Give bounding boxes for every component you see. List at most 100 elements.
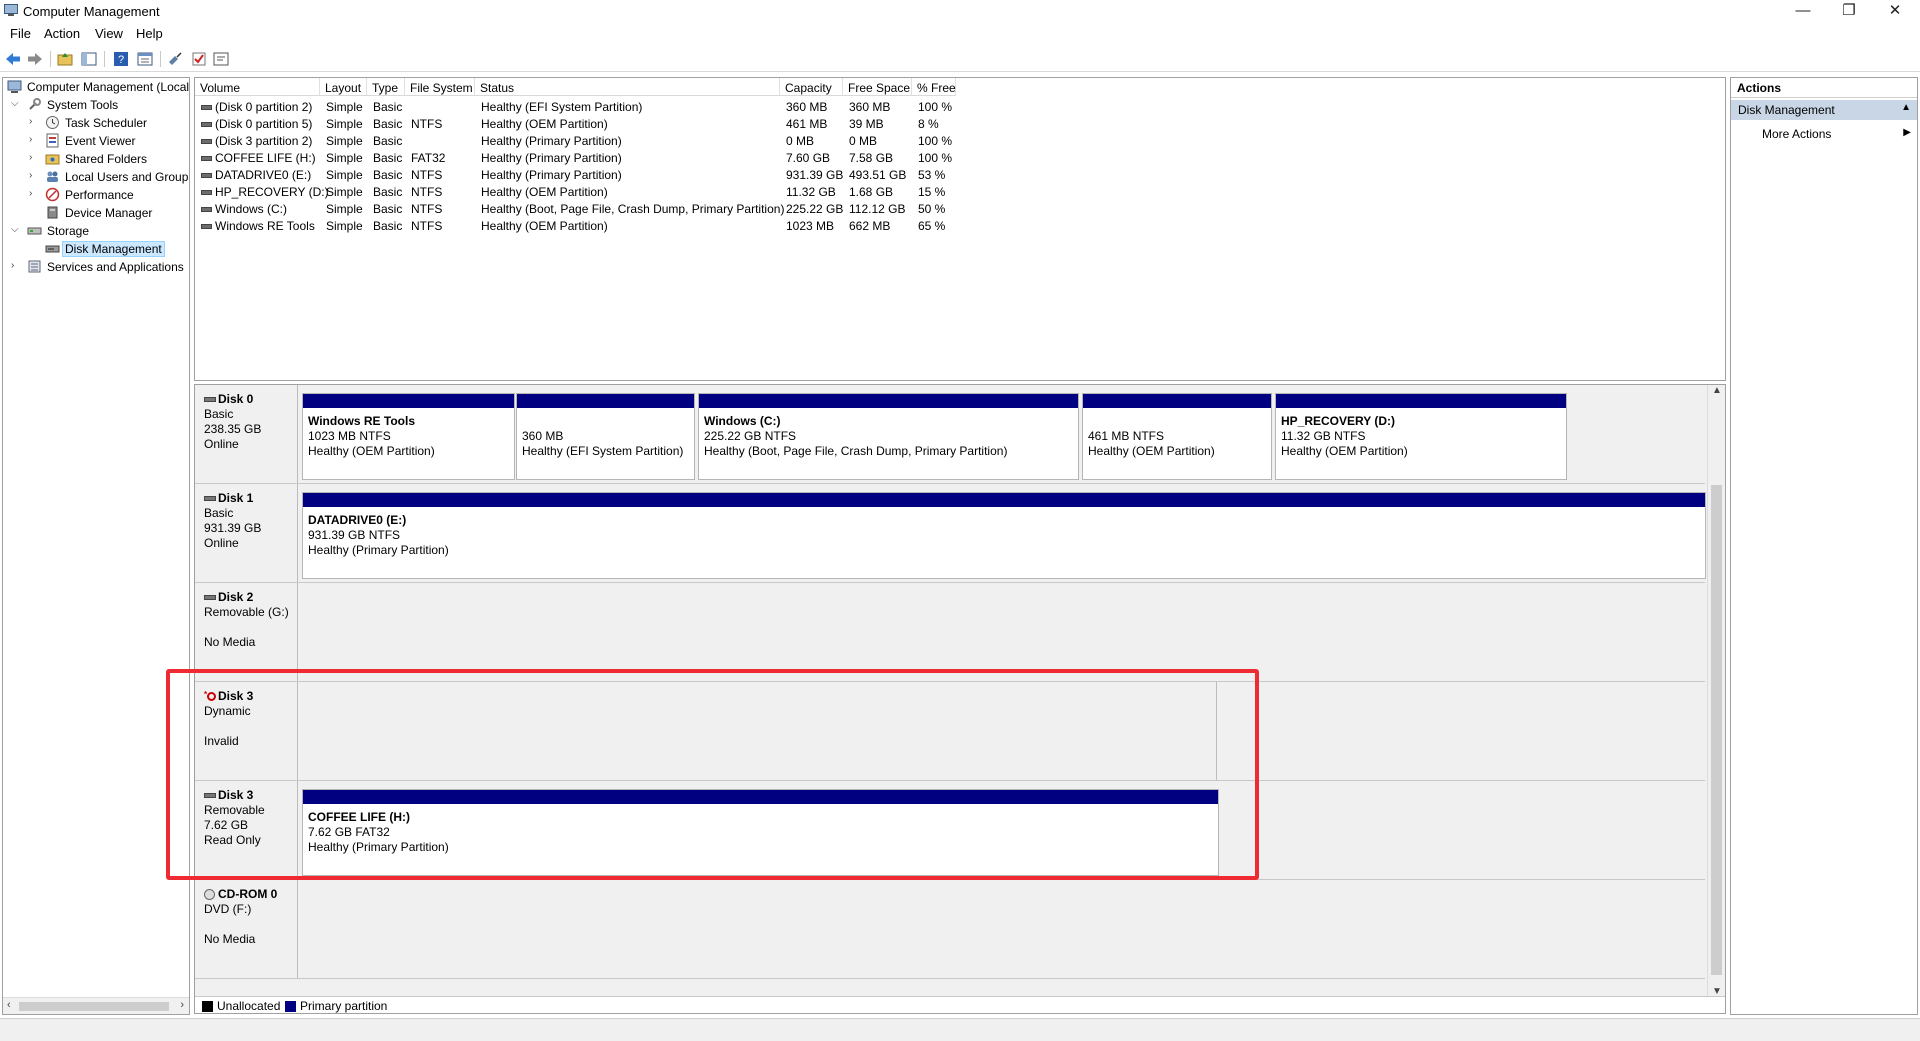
disk-line2 — [204, 620, 297, 635]
column-header-type[interactable]: Type — [367, 78, 405, 96]
volume-cell-type: Basic — [373, 117, 403, 131]
more-actions-item[interactable]: More Actions — [1762, 127, 1831, 141]
volume-cell-percent-free: 100 % — [918, 134, 953, 148]
volume-cell-file-system: NTFS — [411, 117, 443, 131]
volume-row[interactable]: Windows RE Tools Simple Basic NTFS Healthy (… — [195, 217, 1725, 234]
partition-name — [522, 414, 683, 429]
disk-icon — [204, 493, 216, 503]
column-header-capacity[interactable]: Capacity — [780, 78, 843, 96]
shared-folder-icon — [45, 154, 60, 165]
tree-item-services-and-applications[interactable]: › Services and Applications — [11, 258, 189, 276]
scroll-left-icon[interactable]: ‹ — [7, 999, 11, 1011]
help-icon[interactable]: ? — [112, 50, 130, 68]
volume-row[interactable]: (Disk 3 partition 2) Simple Basic Healthy (… — [195, 132, 1725, 149]
legend-swatch-primary — [285, 1001, 296, 1012]
partition-type-bar — [1276, 394, 1566, 408]
minimize-button[interactable]: — — [1780, 0, 1826, 22]
volume-cell-volume: (Disk 0 partition 5) — [201, 117, 312, 131]
tree-item-event-viewer[interactable]: › Event Viewer — [29, 132, 189, 150]
tree-item-label: Task Scheduler — [65, 116, 148, 130]
settings-panel-icon[interactable] — [212, 50, 230, 68]
volume-cell-percent-free: 53 % — [918, 168, 946, 182]
menu-help[interactable]: Help — [136, 26, 163, 41]
scroll-right-icon[interactable]: › — [180, 999, 184, 1011]
tree-item-device-manager[interactable]: Device Manager — [29, 204, 189, 222]
volume-cell-capacity: 931.39 GB — [786, 168, 844, 182]
volume-cell-type: Basic — [373, 185, 403, 199]
tree-item-performance[interactable]: › Performance — [29, 186, 189, 204]
partition-size: 11.32 GB NTFS — [1281, 429, 1366, 443]
column-header-percent-free[interactable]: % Free — [912, 78, 956, 96]
volume-name-text: Windows (C:) — [215, 202, 288, 216]
partition-block[interactable]: HP_RECOVERY (D:) 11.32 GB NTFS Healthy (OE… — [1275, 393, 1567, 480]
collapse-up-icon[interactable]: ▲ — [1901, 102, 1911, 113]
partition-block[interactable]: Windows RE Tools 1023 MB NTFS Healthy (OEM… — [302, 393, 515, 480]
disk-row: CD-ROM 0 DVD (F:) No Media — [195, 880, 1705, 979]
expand-chevron-icon[interactable]: › — [29, 188, 39, 199]
partition-block[interactable]: 360 MB Healthy (EFI System Partition) — [516, 393, 695, 480]
connect-icon[interactable] — [166, 50, 184, 68]
forward-arrow-icon[interactable] — [26, 50, 44, 68]
check-icon[interactable] — [190, 50, 208, 68]
collapse-chevron-icon[interactable]: ⌵ — [11, 98, 21, 109]
tree-item-task-scheduler[interactable]: › Task Scheduler — [29, 114, 189, 132]
up-folder-icon[interactable] — [56, 50, 74, 68]
disk-view-vertical-scrollbar[interactable]: ▲ ▼ — [1707, 385, 1725, 997]
restore-button[interactable]: ❐ — [1826, 0, 1872, 22]
volume-row[interactable]: (Disk 0 partition 2) Simple Basic Healthy (… — [195, 98, 1725, 115]
expand-chevron-icon[interactable]: › — [29, 170, 39, 181]
disk-name-line: Disk 1 — [204, 491, 297, 506]
scroll-thumb[interactable] — [19, 1002, 169, 1011]
menu-action[interactable]: Action — [44, 26, 80, 41]
column-header-layout[interactable]: Layout — [320, 78, 367, 96]
menu-file[interactable]: File — [10, 26, 31, 41]
column-header-volume[interactable]: Volume — [195, 78, 320, 96]
close-button[interactable]: ✕ — [1872, 0, 1918, 22]
submenu-arrow-icon[interactable]: ▶ — [1903, 127, 1911, 138]
disk-info[interactable]: Disk 2 Removable (G:) No Media — [195, 583, 298, 681]
scroll-thumb[interactable] — [1711, 485, 1722, 975]
disk-name: Disk 0 — [218, 392, 254, 406]
tree-item-label: Event Viewer — [65, 134, 136, 148]
show-hide-tree-icon[interactable] — [80, 50, 98, 68]
volume-row[interactable]: DATADRIVE0 (E:) Simple Basic NTFS Healthy (P… — [195, 166, 1725, 183]
tree-item-storage[interactable]: ⌵ Storage — [11, 222, 189, 240]
partition-block[interactable]: 461 MB NTFS Healthy (OEM Partition) — [1082, 393, 1272, 480]
column-header-status[interactable]: Status — [475, 78, 780, 96]
expand-chevron-icon[interactable]: › — [29, 152, 39, 163]
tree-item-local-users-and-groups[interactable]: › Local Users and Groups — [29, 168, 189, 186]
volume-drive-icon — [201, 122, 212, 128]
disk-info[interactable]: Disk 1 Basic 931.39 GB Online — [195, 484, 298, 582]
actions-section-disk-management[interactable]: Disk Management ▲ — [1731, 100, 1917, 120]
collapse-chevron-icon[interactable]: ⌵ — [11, 224, 21, 235]
properties-icon[interactable] — [136, 50, 154, 68]
scroll-up-icon[interactable]: ▲ — [1712, 385, 1722, 396]
tree-horizontal-scrollbar[interactable]: ‹ › — [3, 997, 189, 1014]
partition-block[interactable]: Windows (C:) 225.22 GB NTFS Healthy (Boot,… — [698, 393, 1079, 480]
expand-chevron-icon[interactable]: › — [11, 260, 21, 271]
disk-row: Disk 2 Removable (G:) No Media — [195, 583, 1705, 682]
volume-cell-file-system: FAT32 — [411, 151, 446, 165]
tree-item-computer-management[interactable]: Computer Management (Local — [5, 78, 189, 96]
partition-block[interactable]: DATADRIVE0 (E:) 931.39 GB NTFS Healthy (Pr… — [302, 492, 1706, 579]
tree-item-disk-management[interactable]: Disk Management — [29, 240, 189, 258]
volume-row[interactable]: COFFEE LIFE (H:) Simple Basic FAT32 Healthy … — [195, 149, 1725, 166]
expand-chevron-icon[interactable]: › — [29, 116, 39, 127]
volume-cell-status: Healthy (EFI System Partition) — [481, 100, 643, 114]
tree-item-shared-folders[interactable]: › Shared Folders — [29, 150, 189, 168]
column-header-free-space[interactable]: Free Space — [843, 78, 912, 96]
volume-row[interactable]: HP_RECOVERY (D:) Simple Basic NTFS Healthy (… — [195, 183, 1725, 200]
volume-row[interactable]: Windows (C:) Simple Basic NTFS Healthy (Boot… — [195, 200, 1725, 217]
back-arrow-icon[interactable] — [4, 50, 22, 68]
disk-info[interactable]: Disk 0 Basic 238.35 GB Online — [195, 385, 298, 483]
column-header-file-system[interactable]: File System — [405, 78, 475, 96]
volume-row[interactable]: (Disk 0 partition 5) Simple Basic NTFS Healt… — [195, 115, 1725, 132]
expand-chevron-icon[interactable]: › — [29, 134, 39, 145]
disk-info[interactable]: CD-ROM 0 DVD (F:) No Media — [195, 880, 298, 978]
tree-item-system-tools[interactable]: ⌵ System Tools — [11, 96, 189, 114]
partition-type-bar — [517, 394, 694, 408]
partition-details: Windows (C:) 225.22 GB NTFS Healthy (Boot,… — [704, 414, 1007, 459]
volume-cell-status: Healthy (OEM Partition) — [481, 219, 608, 233]
disk-line3: No Media — [204, 932, 256, 946]
menu-view[interactable]: View — [95, 26, 123, 41]
